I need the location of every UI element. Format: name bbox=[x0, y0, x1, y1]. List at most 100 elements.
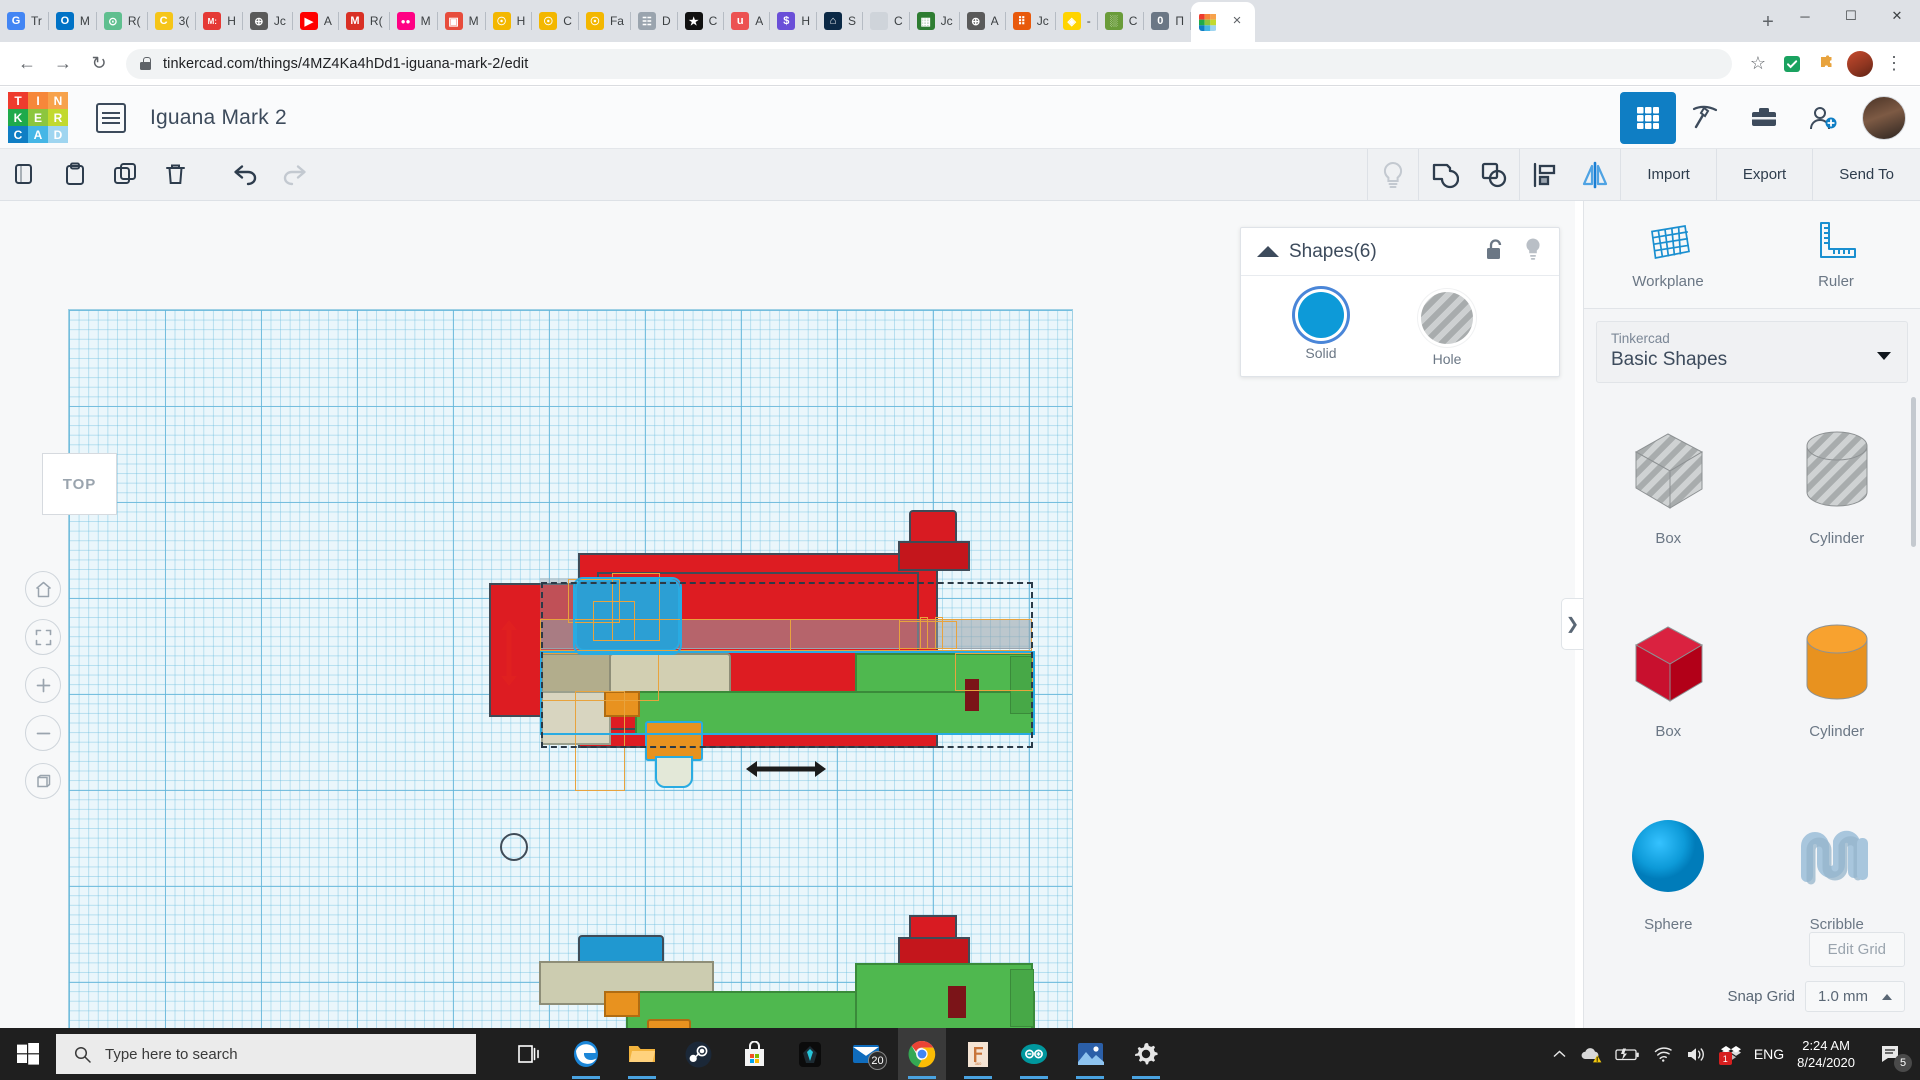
language-indicator[interactable]: ENG bbox=[1754, 1046, 1784, 1062]
shape-orange-cylinder-lower[interactable] bbox=[647, 1019, 691, 1028]
extension-checkmark-icon[interactable] bbox=[1776, 48, 1808, 80]
resize-arrow-vertical[interactable] bbox=[496, 619, 522, 692]
bookmark-star-icon[interactable]: ☆ bbox=[1742, 48, 1774, 80]
browser-tab[interactable]: ▶A bbox=[293, 0, 339, 42]
browser-tab[interactable]: ●●M bbox=[390, 0, 438, 42]
shape-cylinder-orange[interactable]: Cylinder bbox=[1753, 580, 1920, 773]
dropbox-icon[interactable]: 1 bbox=[1721, 1045, 1741, 1063]
chrome-menu-button[interactable]: ⋮ bbox=[1878, 48, 1910, 80]
taskbar-search-input[interactable]: Type here to search bbox=[56, 1034, 476, 1074]
extensions-puzzle-icon[interactable] bbox=[1810, 48, 1842, 80]
shape-library-select[interactable]: Tinkercad Basic Shapes bbox=[1596, 321, 1908, 383]
wifi-icon[interactable] bbox=[1653, 1046, 1673, 1062]
browser-tab[interactable]: $H bbox=[770, 0, 817, 42]
sidebar-scrollbar[interactable] bbox=[1911, 397, 1916, 547]
ungroup-button[interactable] bbox=[1469, 149, 1519, 201]
profile-avatar[interactable] bbox=[1844, 48, 1876, 80]
gallery-button[interactable] bbox=[1736, 92, 1792, 144]
browser-tab[interactable]: ▣M bbox=[438, 0, 486, 42]
tab-close-icon[interactable]: × bbox=[1229, 14, 1245, 30]
collapse-triangle-icon[interactable] bbox=[1257, 246, 1279, 257]
steam-app[interactable] bbox=[674, 1028, 722, 1080]
browser-tab[interactable]: ☉H bbox=[486, 0, 533, 42]
browser-tab[interactable]: ⊕Jc bbox=[243, 0, 293, 42]
photos-app[interactable] bbox=[1066, 1028, 1114, 1080]
group-button[interactable] bbox=[1419, 149, 1469, 201]
move-arrow-horizontal[interactable] bbox=[745, 756, 827, 787]
window-minimize-button[interactable]: ─ bbox=[1782, 0, 1828, 32]
browser-tab[interactable]: ▦Jc bbox=[910, 0, 960, 42]
microsoft-store-app[interactable] bbox=[730, 1028, 778, 1080]
reload-button[interactable]: ↻ bbox=[82, 47, 116, 81]
copy-button[interactable] bbox=[0, 149, 50, 201]
back-button[interactable]: ← bbox=[10, 47, 44, 81]
chrome-app[interactable] bbox=[898, 1028, 946, 1080]
shape-green-sliver-lower[interactable] bbox=[1010, 969, 1034, 1027]
edit-grid-button[interactable]: Edit Grid bbox=[1809, 932, 1905, 967]
project-menu-icon[interactable] bbox=[96, 103, 126, 133]
export-button[interactable]: Export bbox=[1716, 149, 1812, 201]
tools-pickaxe-button[interactable] bbox=[1678, 92, 1734, 144]
start-button[interactable] bbox=[0, 1028, 56, 1080]
edge-app[interactable] bbox=[562, 1028, 610, 1080]
predator-app[interactable] bbox=[786, 1028, 834, 1080]
browser-tab[interactable]: 0П bbox=[1144, 0, 1191, 42]
battery-charging-icon[interactable] bbox=[1615, 1047, 1640, 1062]
zoom-out-button[interactable] bbox=[25, 715, 61, 751]
task-view-button[interactable] bbox=[506, 1028, 554, 1080]
shape-white-cap-upper[interactable] bbox=[655, 756, 693, 788]
arduino-app[interactable] bbox=[1010, 1028, 1058, 1080]
hole-option[interactable]: Hole bbox=[1411, 292, 1483, 367]
ortho-perspective-button[interactable] bbox=[25, 763, 61, 799]
duplicate-button[interactable] bbox=[100, 149, 150, 201]
mail-app[interactable]: 20 bbox=[842, 1028, 890, 1080]
light-bulb-button[interactable] bbox=[1368, 149, 1418, 201]
browser-tab[interactable]: uA bbox=[724, 0, 770, 42]
user-avatar[interactable] bbox=[1862, 96, 1906, 140]
workplane-tool[interactable]: Workplane bbox=[1584, 201, 1752, 308]
shape-box-red[interactable]: Box bbox=[1584, 580, 1753, 773]
lightbulb-icon[interactable] bbox=[1523, 237, 1543, 266]
browser-tab[interactable]: ⌂S bbox=[817, 0, 863, 42]
browser-tab[interactable]: ☉Fa bbox=[579, 0, 631, 42]
panel-expand-handle[interactable]: ❯ bbox=[1561, 598, 1583, 650]
browser-tab[interactable]: C bbox=[863, 0, 910, 42]
home-view-button[interactable] bbox=[25, 571, 61, 607]
unlock-icon[interactable] bbox=[1485, 238, 1505, 266]
shape-dark-red-notch-lower[interactable] bbox=[948, 986, 966, 1018]
browser-tab[interactable]: ⊕A bbox=[960, 0, 1006, 42]
notification-center-button[interactable]: 5 bbox=[1868, 1028, 1914, 1080]
add-user-button[interactable] bbox=[1794, 92, 1850, 144]
shape-orange-small-lower[interactable] bbox=[604, 991, 640, 1017]
zoom-in-button[interactable] bbox=[25, 667, 61, 703]
shape-box-hole[interactable]: Box bbox=[1584, 387, 1753, 580]
grid-view-button[interactable] bbox=[1620, 92, 1676, 144]
file-explorer-app[interactable] bbox=[618, 1028, 666, 1080]
view-cube[interactable]: TOP bbox=[42, 453, 117, 515]
new-tab-button[interactable]: + bbox=[1754, 9, 1782, 37]
settings-app[interactable] bbox=[1122, 1028, 1170, 1080]
browser-tab[interactable]: ◈- bbox=[1056, 0, 1098, 42]
browser-tab[interactable]: ░C bbox=[1098, 0, 1145, 42]
align-button[interactable] bbox=[1520, 149, 1570, 201]
ruler-tool[interactable]: Ruler bbox=[1752, 201, 1920, 308]
browser-tab[interactable]: C3( bbox=[148, 0, 197, 42]
browser-tab[interactable]: ⠿Jc bbox=[1006, 0, 1056, 42]
browser-tab[interactable]: ☷D bbox=[631, 0, 678, 42]
browser-tab[interactable]: MR( bbox=[339, 0, 390, 42]
clock[interactable]: 2:24 AM 8/24/2020 bbox=[1797, 1037, 1855, 1071]
onedrive-warning-icon[interactable] bbox=[1580, 1045, 1602, 1063]
fit-view-button[interactable] bbox=[25, 619, 61, 655]
browser-tab[interactable]: ★C bbox=[678, 0, 725, 42]
shape-red-post-collar-top[interactable] bbox=[898, 541, 970, 571]
tray-expand-chevron-icon[interactable] bbox=[1552, 1048, 1567, 1061]
speaker-icon[interactable] bbox=[1686, 1046, 1708, 1063]
browser-tab[interactable]: OM bbox=[49, 0, 97, 42]
browser-tab[interactable]: GTr bbox=[0, 0, 49, 42]
paste-button[interactable] bbox=[50, 149, 100, 201]
address-bar[interactable]: tinkercad.com/things/4MZ4Ka4hDd1-iguana-… bbox=[126, 49, 1732, 79]
window-maximize-button[interactable]: ☐ bbox=[1828, 0, 1874, 32]
forward-button[interactable]: → bbox=[46, 47, 80, 81]
browser-tab[interactable]: ⊙R( bbox=[97, 0, 148, 42]
solid-option[interactable]: Solid bbox=[1285, 292, 1357, 367]
